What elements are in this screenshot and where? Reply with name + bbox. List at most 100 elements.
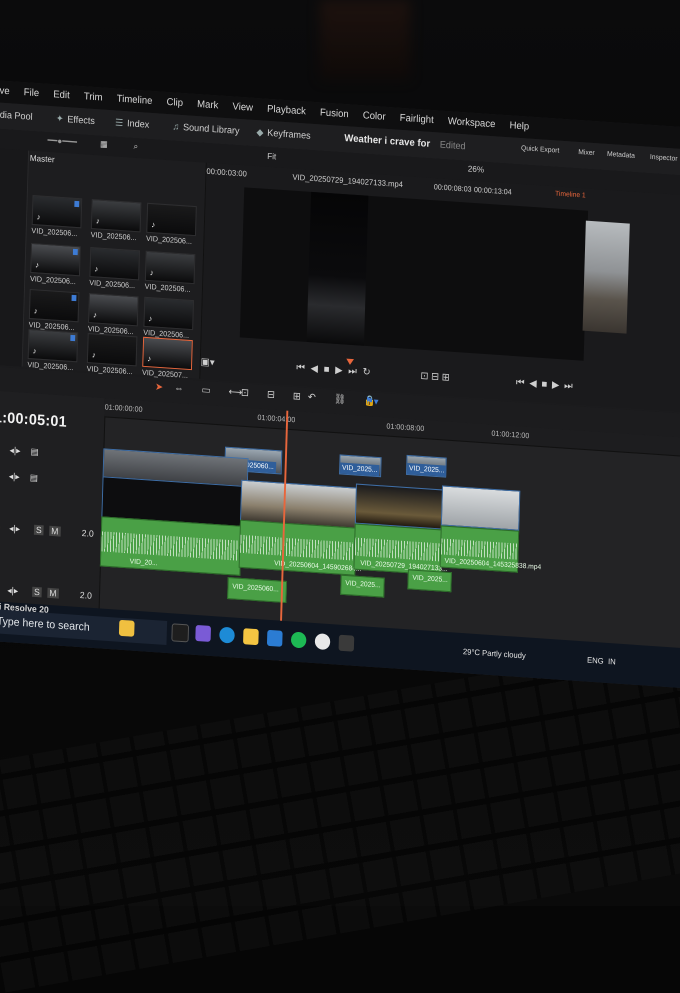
video-clip[interactable]: VID_2025... (405, 454, 447, 478)
media-pool-clip[interactable]: ♪ VID_202506... (88, 293, 139, 336)
menu-file[interactable]: File (18, 82, 45, 100)
audio-clip-label: VID_2025... (345, 580, 381, 590)
menu-view[interactable]: View (227, 96, 259, 114)
solo-button[interactable]: S (32, 586, 42, 598)
menu-playback[interactable]: Playback (261, 98, 312, 118)
clip-label: VID_2025... (406, 462, 447, 477)
mic-icon[interactable]: 🎙 (0, 372, 3, 384)
media-pool-clip[interactable]: ♪ VID_202506... (29, 288, 80, 332)
auto-select-icon[interactable]: ◂|▸ (7, 585, 18, 597)
task-view-icon[interactable] (171, 623, 190, 643)
mute-button[interactable]: M (49, 525, 61, 537)
file-explorer-icon[interactable] (243, 628, 259, 646)
media-pool-clip[interactable]: ♪ VID_202506... (144, 250, 196, 294)
video-track-2-header: ◂|▸ ▤ (0, 438, 104, 468)
audio-waveform (440, 538, 518, 560)
audio-note-icon: ♪ (149, 268, 154, 278)
insert-tools[interactable]: ⊡ ⊟ ⊞ (241, 388, 309, 404)
media-pool-clip[interactable]: ♪ VID_202506... (30, 242, 81, 286)
search-icon[interactable]: ⌕ (133, 141, 138, 152)
audio-level: 2.0 (79, 590, 93, 601)
language-indicator[interactable]: ENG (587, 656, 604, 666)
audio-clip[interactable]: VID_20250729_194027133... (353, 523, 448, 576)
audio-level: 2.0 (81, 528, 94, 539)
menu-clip[interactable]: Clip (161, 92, 189, 110)
viewer-mode-icon[interactable]: ▣▾ (201, 357, 215, 369)
audio-note-icon: ♪ (36, 212, 41, 222)
grid-view-icon[interactable]: ▦ (100, 138, 108, 150)
audio-clip[interactable]: VID_2025... (340, 574, 385, 598)
audio-clip[interactable]: VID_2025060... (227, 577, 288, 604)
store-icon[interactable] (266, 629, 283, 647)
widget-icon[interactable] (118, 619, 135, 637)
media-pool-clip[interactable]: ♪ VID_202506... (91, 199, 142, 242)
playback-buttons[interactable]: ⏮◀■▶⏭↻ (296, 362, 376, 378)
bin-list (0, 148, 30, 367)
media-pool-clip[interactable]: ♪ VID_202506... (146, 202, 197, 246)
copilot-icon[interactable] (195, 624, 212, 642)
menu-color[interactable]: Color (357, 105, 392, 123)
mixer-button[interactable]: Mixer (578, 149, 595, 157)
media-pool-clip[interactable]: ♪ VID_202506... (89, 247, 140, 290)
auto-select-icon[interactable]: ◂|▸ (9, 445, 20, 457)
edge-icon[interactable] (219, 626, 235, 644)
keyframes-button[interactable]: ◆ Keyframes (256, 127, 310, 142)
mark-buttons[interactable]: ⊡ ⊟ ⊞ (420, 371, 450, 384)
track-lock-icon[interactable]: 🔒 (0, 584, 1, 596)
menu-app[interactable]: lve (0, 80, 16, 98)
spotify-icon[interactable] (290, 631, 307, 649)
menu-mark[interactable]: Mark (191, 94, 224, 112)
auto-select-icon[interactable]: ◂|▸ (9, 523, 20, 535)
audio-clip[interactable]: VID_2025... (407, 569, 452, 593)
selection-tool-icon[interactable]: ➤ (155, 382, 163, 394)
clip-thumbnail: ♪ (144, 250, 196, 285)
audio-clip[interactable]: VID_20250604_145902684... (238, 519, 362, 576)
clip-name[interactable]: VID_20250729_194027133.mp4 (292, 173, 403, 190)
effects-button[interactable]: ✦ Effects (56, 113, 95, 127)
media-pool-clip[interactable]: ♪ VID_202506... (143, 296, 195, 340)
menu-fusion[interactable]: Fusion (314, 102, 355, 121)
region-indicator[interactable]: IN (608, 657, 616, 667)
fit-dropdown[interactable]: Fit (267, 151, 276, 162)
media-pool-button[interactable]: edia Pool (0, 109, 33, 123)
chrome-icon[interactable] (314, 633, 331, 651)
track-view-icon[interactable]: ▤ (30, 472, 38, 484)
inspector-button[interactable]: Inspector (650, 154, 678, 163)
solo-button[interactable]: S (33, 524, 44, 536)
media-pool-clip[interactable]: ♪ VID_202506... (27, 328, 79, 372)
media-pool-clip[interactable]: ♪ VID_202507... (142, 336, 193, 380)
menu-edit[interactable]: Edit (47, 84, 75, 102)
metadata-button[interactable]: Metadata (607, 151, 635, 160)
menu-timeline[interactable]: Timeline (111, 88, 159, 107)
menu-workspace[interactable]: Workspace (442, 111, 502, 131)
video-clip-bright[interactable] (440, 485, 521, 531)
video-clip[interactable]: VID_2025... (339, 454, 382, 478)
index-button[interactable]: ☰ Index (115, 117, 150, 130)
quick-export-button[interactable]: Quick Export (521, 145, 559, 155)
video-track-1-header: ◂|▸ ▤ (0, 464, 103, 494)
sound-library-button[interactable]: ♫ Sound Library (172, 121, 239, 137)
mute-button[interactable]: M (47, 587, 59, 599)
media-pool-clip[interactable]: ♪ VID_202506... (31, 194, 83, 238)
media-pool-clip[interactable]: ♪ VID_202506... (87, 333, 138, 376)
audio-note-icon: ♪ (91, 350, 96, 360)
auto-select-icon[interactable]: ◂|▸ (9, 471, 20, 483)
video-clip-night-lights[interactable] (354, 483, 444, 530)
thumbnail-size-slider[interactable]: ━━●━━━ (47, 135, 77, 148)
audio-clip[interactable]: VID_20... (99, 516, 242, 576)
resolve-taskbar-icon[interactable] (338, 634, 355, 652)
clip-flag-marker (70, 334, 76, 342)
taskbar-search-box[interactable]: Type here to search (0, 608, 168, 645)
track-view-icon[interactable]: ▤ (30, 446, 38, 458)
track-lock-icon[interactable]: 🔒 (0, 522, 3, 534)
timeline-playback-buttons[interactable]: ⏮◀■▶⏭ (516, 377, 578, 392)
zoom-level[interactable]: 26% (468, 164, 485, 175)
audio-clip[interactable]: VID_20250604_145325838.mp4 (439, 525, 541, 573)
menu-trim[interactable]: Trim (78, 86, 109, 104)
weather-widget[interactable]: 29°C Partly cloudy (463, 647, 526, 660)
edit-tools[interactable]: ⇔ ▭ ⟷ (174, 383, 250, 399)
menu-help[interactable]: Help (504, 115, 536, 133)
timeline-name[interactable]: Timeline 1 (555, 190, 586, 199)
menu-fairlight[interactable]: Fairlight (394, 107, 440, 126)
flag-icon[interactable]: ⚑▾ (365, 396, 379, 408)
